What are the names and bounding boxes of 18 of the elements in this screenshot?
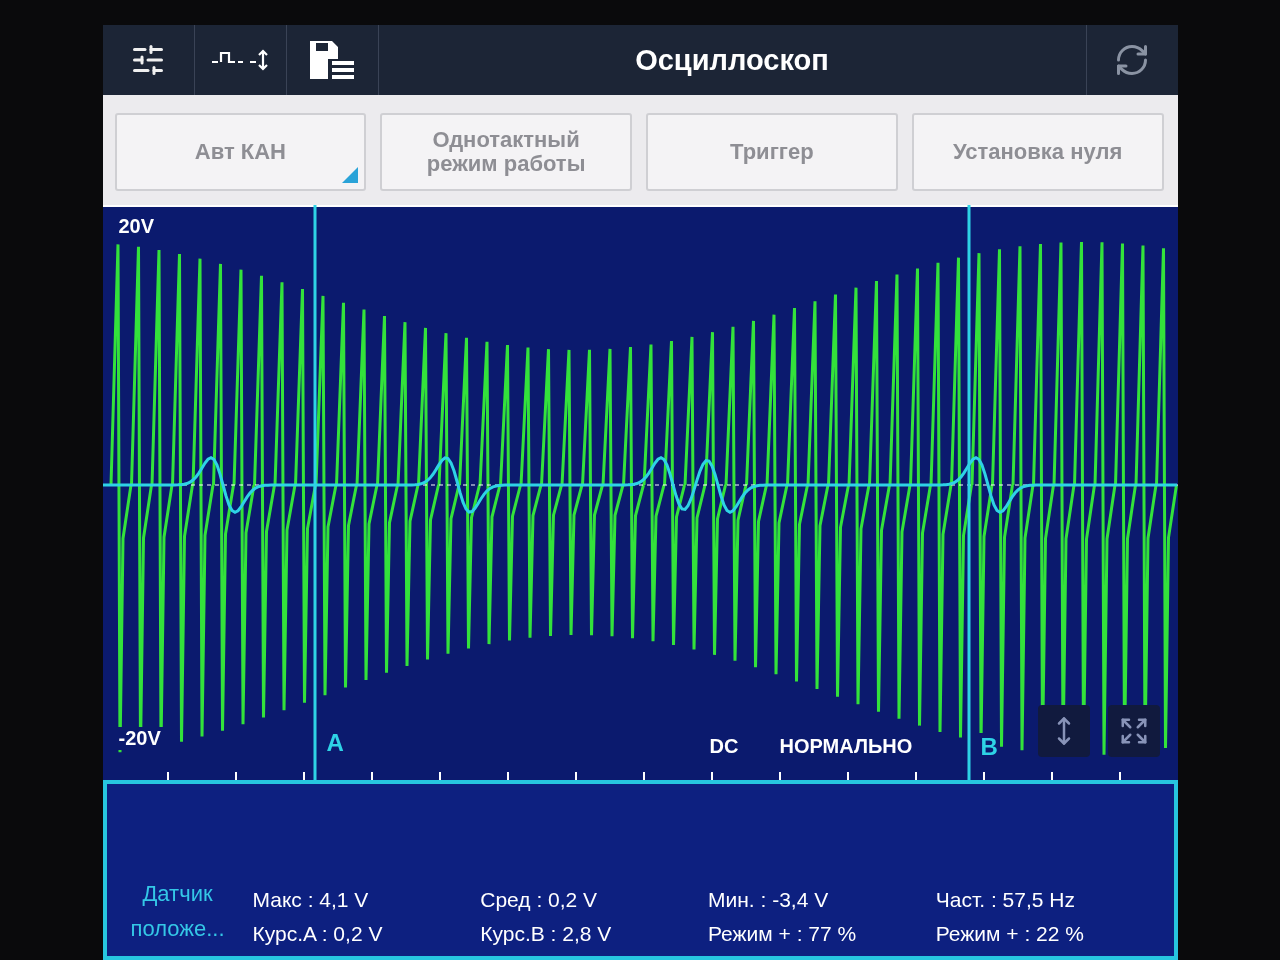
- sliders-icon: [130, 42, 166, 78]
- measurement-value: Част. : 57,5 Hz: [935, 888, 1076, 912]
- measurement-value: Мин. : -3,4 V: [708, 888, 830, 912]
- y-min-label: -20V: [116, 727, 163, 750]
- dropdown-corner-icon: [342, 167, 359, 183]
- vertical-scale-button[interactable]: [1037, 705, 1090, 757]
- refresh-icon: [1114, 42, 1150, 78]
- save-list-icon: [308, 39, 356, 81]
- measurement-value: Курс.A : 0,2 V: [252, 922, 384, 946]
- sensor-name: Датчик положе...: [129, 879, 226, 943]
- measurement-value: Режим + : 22 %: [935, 922, 1085, 946]
- fullscreen-button[interactable]: [1107, 705, 1160, 757]
- measurement-value: Курс.B : 2,8 V: [480, 922, 613, 946]
- measurement-value: Режим + : 77 %: [708, 922, 858, 946]
- screen-title: Осциллоскоп: [634, 42, 830, 78]
- measurement-value: Сред : 0,2 V: [480, 888, 599, 912]
- measurement-value: Макс : 4,1 V: [252, 888, 370, 912]
- pulse-arrows-icon: [210, 48, 270, 72]
